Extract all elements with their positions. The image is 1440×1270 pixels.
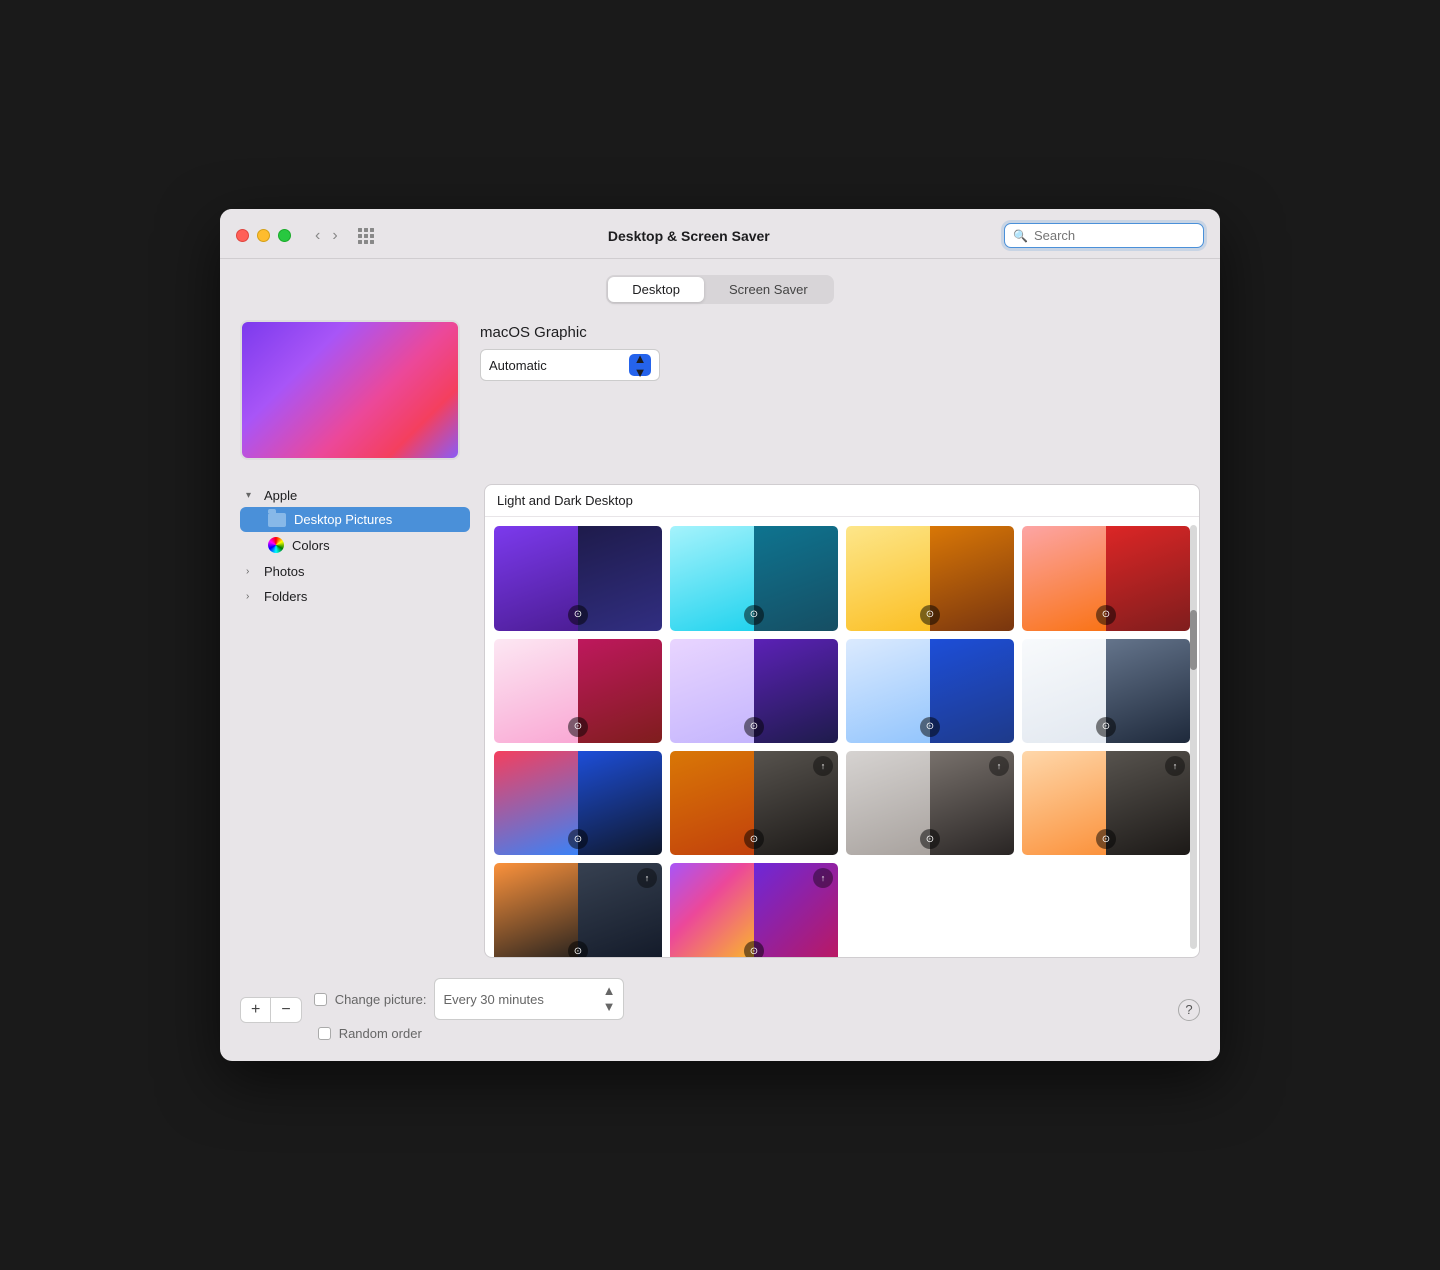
wallpaper-thumb-10[interactable]: ↑ ⊙ [669, 750, 839, 856]
wallpaper-thumb-14[interactable]: ↑ ⊙ [669, 862, 839, 957]
dual-mode-icon-9: ⊙ [568, 829, 588, 849]
grid-header: Light and Dark Desktop [485, 485, 1199, 517]
sidebar-desktop-pictures-label: Desktop Pictures [294, 512, 392, 527]
chevron-right-icon-folders: › [246, 591, 258, 602]
cloud-download-icon-12: ↑ [1165, 756, 1185, 776]
dual-mode-icon-4: ⊙ [1096, 605, 1116, 625]
bottom-bar: + − Change picture: Every 30 minutes ▲ ▼ [240, 978, 1200, 1040]
close-button[interactable] [236, 229, 249, 242]
colors-icon [268, 537, 284, 553]
dual-mode-icon-13: ⊙ [568, 941, 588, 957]
interval-label: Every 30 minutes [443, 992, 598, 1007]
dual-mode-icon-8: ⊙ [1096, 717, 1116, 737]
sidebar-folders-label: Folders [264, 589, 307, 604]
wallpaper-thumb-4[interactable]: ⊙ [1021, 525, 1191, 631]
preview-info: macOS Graphic Automatic ▲ ▼ [480, 324, 660, 381]
back-button[interactable]: ‹ [311, 226, 324, 246]
add-button[interactable]: + [241, 998, 271, 1022]
sidebar-group-folders[interactable]: › Folders [240, 585, 470, 608]
apps-grid-icon[interactable] [358, 228, 374, 244]
wallpaper-thumb-3[interactable]: ⊙ [845, 525, 1015, 631]
desktop-screensaver-window: ‹ › Desktop & Screen Saver 🔍 Desktop Scr… [220, 209, 1220, 1060]
dual-mode-icon-14: ⊙ [744, 941, 764, 957]
sidebar-photos-label: Photos [264, 564, 304, 579]
dual-mode-icon-7: ⊙ [920, 717, 940, 737]
tab-bar: Desktop Screen Saver [240, 275, 1200, 304]
sidebar-item-colors[interactable]: Colors [240, 532, 470, 558]
change-picture-row: Change picture: Every 30 minutes ▲ ▼ [314, 978, 1166, 1019]
wallpaper-thumb-8[interactable]: ⊙ [1021, 638, 1191, 744]
content-area: Desktop Screen Saver macOS Graphic Autom… [220, 259, 1220, 1060]
sidebar-colors-label: Colors [292, 538, 330, 553]
sidebar-section-folders: › Folders [240, 585, 470, 608]
wallpaper-grid-area: Light and Dark Desktop ⊙ [484, 484, 1200, 958]
tab-desktop[interactable]: Desktop [608, 277, 704, 302]
minimize-button[interactable] [257, 229, 270, 242]
scrollbar[interactable] [1190, 525, 1197, 949]
sidebar-section-apple: ▾ Apple Desktop Pictures Colors [240, 484, 470, 558]
sidebar-group-apple[interactable]: ▾ Apple [240, 484, 470, 507]
cloud-download-icon-11: ↑ [989, 756, 1009, 776]
search-icon: 🔍 [1013, 229, 1028, 243]
folder-icon [268, 513, 286, 527]
change-picture-section: Change picture: Every 30 minutes ▲ ▼ Ran… [314, 978, 1166, 1040]
traffic-lights [236, 229, 291, 242]
help-button[interactable]: ? [1178, 999, 1200, 1021]
dual-mode-icon-6: ⊙ [744, 717, 764, 737]
dual-mode-icon-2: ⊙ [744, 605, 764, 625]
random-order-checkbox[interactable] [318, 1027, 331, 1040]
random-order-row: Random order [314, 1026, 1166, 1041]
wallpaper-thumb-6[interactable]: ⊙ [669, 638, 839, 744]
wallpaper-thumb-2[interactable]: ⊙ [669, 525, 839, 631]
wallpaper-thumb-11[interactable]: ↑ ⊙ [845, 750, 1015, 856]
appearance-dropdown[interactable]: Automatic ▲ ▼ [480, 349, 660, 381]
change-picture-label: Change picture: [335, 992, 427, 1007]
chevron-down-icon: ▾ [246, 490, 258, 501]
window-title: Desktop & Screen Saver [386, 228, 992, 244]
dual-mode-icon: ⊙ [568, 605, 588, 625]
wallpaper-thumb-1[interactable]: ⊙ [493, 525, 663, 631]
appearance-dropdown-label: Automatic [489, 358, 625, 373]
tab-group: Desktop Screen Saver [606, 275, 833, 304]
sidebar-apple-label: Apple [264, 488, 297, 503]
chevron-right-icon: › [246, 566, 258, 577]
interval-stepper-icon: ▲ ▼ [603, 983, 616, 1014]
add-remove-buttons: + − [240, 997, 302, 1023]
search-input[interactable] [1034, 228, 1195, 243]
stepper-icon: ▲ ▼ [629, 354, 651, 376]
dual-mode-icon-11: ⊙ [920, 829, 940, 849]
wallpaper-thumb-12[interactable]: ↑ ⊙ [1021, 750, 1191, 856]
dual-mode-icon-10: ⊙ [744, 829, 764, 849]
random-order-label: Random order [339, 1026, 422, 1041]
dual-mode-icon-12: ⊙ [1096, 829, 1116, 849]
sidebar-group-photos[interactable]: › Photos [240, 560, 470, 583]
nav-buttons: ‹ › [311, 226, 342, 246]
sidebar-section-photos: › Photos [240, 560, 470, 583]
wallpaper-thumb-7[interactable]: ⊙ [845, 638, 1015, 744]
wallpaper-grid[interactable]: ⊙ ⊙ [485, 517, 1199, 957]
wallpaper-name: macOS Graphic [480, 324, 660, 341]
lower-section: ▾ Apple Desktop Pictures Colors [240, 484, 1200, 958]
dual-mode-icon-5: ⊙ [568, 717, 588, 737]
maximize-button[interactable] [278, 229, 291, 242]
wallpaper-preview-image [240, 320, 460, 460]
wallpaper-thumb-9[interactable]: ⊙ [493, 750, 663, 856]
sidebar: ▾ Apple Desktop Pictures Colors [240, 484, 470, 958]
dual-mode-icon-3: ⊙ [920, 605, 940, 625]
cloud-download-icon-10: ↑ [813, 756, 833, 776]
wallpaper-thumb-5[interactable]: ⊙ [493, 638, 663, 744]
titlebar: ‹ › Desktop & Screen Saver 🔍 [220, 209, 1220, 259]
interval-dropdown[interactable]: Every 30 minutes ▲ ▼ [434, 978, 624, 1019]
forward-button[interactable]: › [328, 226, 341, 246]
sidebar-item-desktop-pictures[interactable]: Desktop Pictures [240, 507, 470, 532]
tab-screensaver[interactable]: Screen Saver [705, 277, 832, 302]
preview-row: macOS Graphic Automatic ▲ ▼ [240, 320, 1200, 460]
change-picture-checkbox[interactable] [314, 993, 327, 1006]
wallpaper-thumb-13[interactable]: ↑ ⊙ [493, 862, 663, 957]
search-box[interactable]: 🔍 [1004, 223, 1204, 248]
remove-button[interactable]: − [271, 998, 300, 1022]
